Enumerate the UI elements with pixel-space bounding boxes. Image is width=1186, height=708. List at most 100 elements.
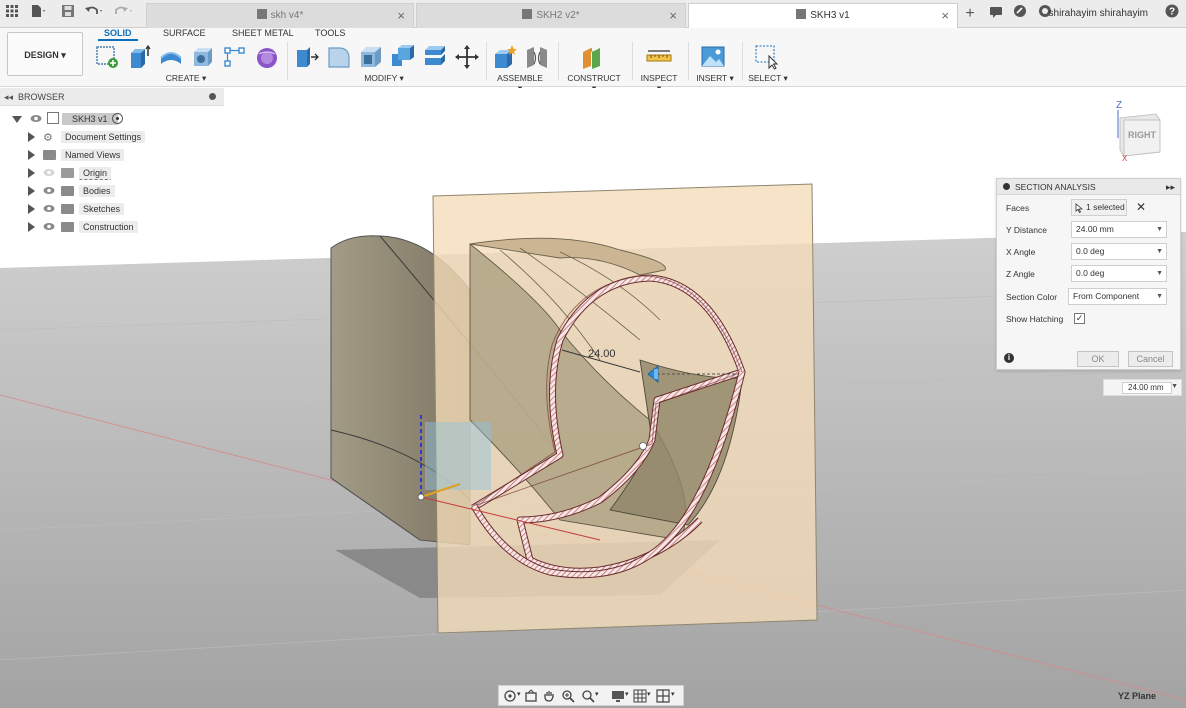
browser-item-construction[interactable]: Construction bbox=[0, 218, 224, 236]
chevron-down-icon[interactable]: ▾ bbox=[517, 690, 521, 698]
measure-icon[interactable] bbox=[646, 44, 672, 70]
help-icon[interactable]: ? bbox=[1162, 4, 1182, 24]
redo-icon[interactable] bbox=[114, 4, 134, 24]
create-form-icon[interactable] bbox=[254, 44, 280, 70]
pan-hand-icon[interactable] bbox=[542, 689, 556, 703]
notifications-icon[interactable] bbox=[986, 4, 1006, 24]
chevron-down-icon[interactable]: ▾ bbox=[647, 690, 651, 698]
zoom-icon[interactable] bbox=[561, 689, 575, 703]
visibility-eye-icon[interactable] bbox=[43, 204, 55, 213]
tab-surface[interactable]: SURFACE bbox=[163, 28, 206, 38]
info-icon[interactable]: i bbox=[1004, 353, 1014, 363]
browser-item-origin[interactable]: Origin bbox=[0, 164, 224, 182]
browser-item-document-settings[interactable]: ⚙ Document Settings bbox=[0, 128, 224, 146]
joint-icon[interactable] bbox=[524, 44, 550, 70]
x-angle-input[interactable]: 0.0 deg ▼ bbox=[1071, 243, 1167, 260]
view-cube-face-label[interactable]: RIGHT bbox=[1128, 130, 1157, 140]
view-cube[interactable]: Z RIGHT X bbox=[1108, 98, 1168, 164]
visibility-eye-icon[interactable] bbox=[43, 168, 55, 177]
offset-plane-icon[interactable] bbox=[580, 44, 606, 70]
extrude-icon[interactable] bbox=[126, 44, 152, 70]
tab-skh2-v2[interactable]: SKH2 v2* × bbox=[416, 3, 686, 28]
chevron-down-icon[interactable]: ▼ bbox=[1171, 383, 1178, 390]
show-hatching-checkbox[interactable]: ✓ bbox=[1074, 313, 1085, 324]
tab-sheet-metal[interactable]: SHEET METAL bbox=[232, 28, 294, 38]
group-modify[interactable]: MODIFY ▾ bbox=[362, 73, 406, 84]
revolve-icon[interactable] bbox=[158, 44, 184, 70]
press-pull-icon[interactable] bbox=[294, 44, 320, 70]
undo-icon[interactable] bbox=[84, 4, 104, 24]
grid-settings-icon[interactable] bbox=[633, 689, 647, 703]
dimension-label[interactable]: 24.00 bbox=[588, 348, 616, 360]
group-insert[interactable]: INSERT ▾ bbox=[696, 73, 734, 84]
expand-icon[interactable] bbox=[12, 116, 22, 123]
file-menu-icon[interactable] bbox=[28, 4, 48, 24]
faces-selection[interactable]: 1 selected bbox=[1071, 199, 1127, 216]
origin-point[interactable] bbox=[417, 493, 425, 501]
clear-selection-icon[interactable]: ✕ bbox=[1136, 200, 1146, 214]
tab-skh-v4[interactable]: skh v4* × bbox=[146, 3, 414, 28]
chevron-down-icon[interactable]: ▼ bbox=[1156, 289, 1163, 304]
new-tab-icon[interactable]: + bbox=[960, 4, 980, 24]
app-grid-icon[interactable] bbox=[2, 4, 22, 24]
browser-header[interactable]: ◂◂ BROWSER bbox=[0, 88, 224, 106]
ok-button[interactable]: OK bbox=[1077, 351, 1119, 367]
chevron-down-icon[interactable]: ▼ bbox=[1156, 266, 1163, 281]
create-sketch-icon[interactable] bbox=[94, 44, 120, 70]
visibility-eye-icon[interactable] bbox=[43, 186, 55, 195]
tab-tools[interactable]: TOOLS bbox=[315, 28, 345, 38]
chevron-down-icon[interactable]: ▾ bbox=[671, 690, 675, 698]
combine-icon[interactable] bbox=[390, 44, 416, 70]
split-body-icon[interactable] bbox=[422, 44, 448, 70]
chevron-down-icon[interactable]: ▾ bbox=[625, 690, 629, 698]
close-icon[interactable]: × bbox=[941, 4, 949, 27]
expand-icon[interactable] bbox=[28, 132, 35, 142]
y-distance-input[interactable]: 24.00 mm ▼ bbox=[1071, 221, 1167, 238]
group-select[interactable]: SELECT ▾ bbox=[748, 73, 788, 84]
orbit-icon[interactable] bbox=[503, 689, 517, 703]
chevron-down-icon[interactable]: ▾ bbox=[595, 690, 599, 698]
activate-radio-icon[interactable] bbox=[112, 113, 123, 124]
hole-icon[interactable] bbox=[190, 44, 216, 70]
viewports-icon[interactable] bbox=[656, 689, 670, 703]
distance-value-field[interactable]: 24.00 mm bbox=[1122, 382, 1172, 394]
expand-panel-icon[interactable]: ▸▸ bbox=[1166, 179, 1175, 195]
rotation-manipulator[interactable] bbox=[639, 441, 647, 451]
select-icon[interactable] bbox=[754, 44, 780, 70]
browser-item-bodies[interactable]: Bodies bbox=[0, 182, 224, 200]
insert-image-icon[interactable] bbox=[700, 44, 726, 70]
dialog-header[interactable]: SECTION ANALYSIS ▸▸ bbox=[997, 179, 1180, 195]
move-icon[interactable] bbox=[454, 44, 480, 70]
look-at-icon[interactable] bbox=[524, 689, 538, 703]
workspace-switcher[interactable]: DESIGN ▾ bbox=[7, 32, 83, 76]
section-color-select[interactable]: From Component ▼ bbox=[1068, 288, 1167, 305]
close-icon[interactable]: × bbox=[669, 4, 677, 27]
chevron-down-icon[interactable]: ▼ bbox=[1156, 222, 1163, 237]
expand-icon[interactable] bbox=[28, 150, 35, 160]
expand-icon[interactable] bbox=[28, 204, 35, 214]
browser-item-sketches[interactable]: Sketches bbox=[0, 200, 224, 218]
z-angle-input[interactable]: 0.0 deg ▼ bbox=[1071, 265, 1167, 282]
tab-skh3-v1[interactable]: SKH3 v1 × bbox=[688, 3, 958, 29]
group-create[interactable]: CREATE ▾ bbox=[164, 73, 208, 84]
user-name[interactable]: shirahayim shirahayim bbox=[1049, 8, 1148, 19]
expand-icon[interactable] bbox=[28, 168, 35, 178]
expand-icon[interactable] bbox=[28, 186, 35, 196]
visibility-eye-icon[interactable] bbox=[30, 114, 42, 123]
collapse-icon[interactable]: ◂◂ bbox=[4, 88, 13, 106]
pin-icon[interactable] bbox=[209, 93, 216, 100]
visibility-eye-icon[interactable] bbox=[43, 222, 55, 231]
tab-solid[interactable]: SOLID bbox=[98, 28, 137, 41]
job-status-icon[interactable] bbox=[1010, 4, 1030, 24]
fillet-icon[interactable] bbox=[326, 44, 352, 70]
cancel-button[interactable]: Cancel bbox=[1128, 351, 1173, 367]
shell-icon[interactable] bbox=[358, 44, 384, 70]
new-component-icon[interactable] bbox=[492, 44, 518, 70]
chevron-down-icon[interactable]: ▼ bbox=[1156, 244, 1163, 259]
expand-icon[interactable] bbox=[28, 222, 35, 232]
close-icon[interactable]: × bbox=[397, 4, 405, 27]
zoom-window-icon[interactable] bbox=[581, 689, 595, 703]
browser-root[interactable]: SKH3 v1 bbox=[0, 110, 224, 128]
browser-item-named-views[interactable]: Named Views bbox=[0, 146, 224, 164]
display-settings-icon[interactable] bbox=[611, 689, 625, 703]
